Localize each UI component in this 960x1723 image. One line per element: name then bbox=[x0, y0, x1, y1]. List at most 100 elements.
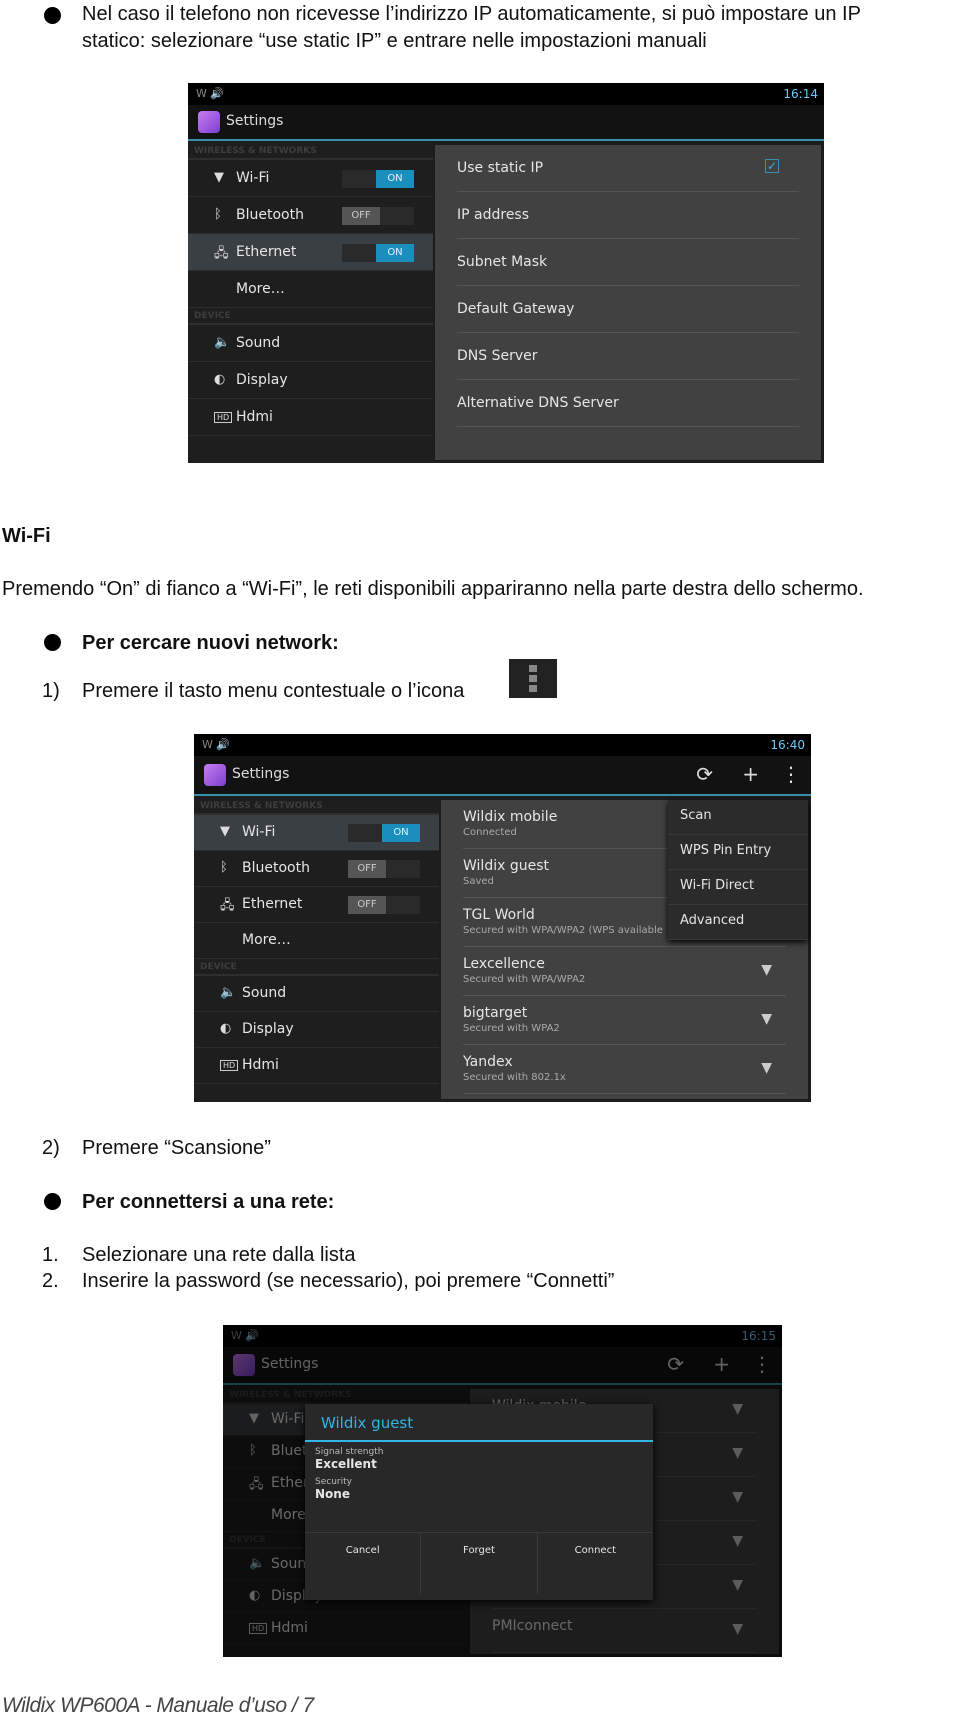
sidebar-item-label: More… bbox=[236, 280, 285, 297]
menu-item-advanced[interactable]: Advanced bbox=[668, 905, 808, 940]
toggle-switch[interactable]: OFF bbox=[348, 860, 420, 878]
sidebar-item-sound[interactable]: 🔈 Sound bbox=[188, 325, 433, 362]
toggle-switch[interactable]: OFF bbox=[348, 896, 420, 914]
network-list-item[interactable]: Yandex Secured with 802.1x ▼ bbox=[463, 1045, 786, 1094]
sidebar-item-label: Hdmi bbox=[236, 408, 273, 425]
sidebar-item-label: Bluetooth bbox=[242, 860, 310, 876]
action-bar-title: Settings bbox=[232, 766, 290, 782]
sidebar-item-label: Wi-Fi bbox=[242, 824, 276, 840]
network-name: bigtarget bbox=[463, 1005, 528, 1021]
signal-strength-value: Excellent bbox=[315, 1457, 377, 1471]
ip-setting-label: Default Gateway bbox=[457, 301, 575, 317]
sidebar-item-wifi[interactable]: ▼ Wi-Fi ON bbox=[188, 160, 433, 197]
settings-sidebar: WIRELESS & NETWORKS ▼ Wi-Fi ON ᛒ Bluetooth OFF… bbox=[194, 798, 439, 1102]
add-network-icon[interactable]: + bbox=[742, 762, 759, 786]
toggle-switch[interactable]: OFF bbox=[342, 206, 414, 225]
sidebar-item-label: Display bbox=[242, 1021, 294, 1037]
wifi-paragraph: Premendo “On” di fianco a “Wi-Fi”, le re… bbox=[2, 578, 864, 600]
toggle-state: OFF bbox=[348, 896, 386, 914]
dialog-buttons: Cancel Forget Connect bbox=[305, 1532, 653, 1594]
ip-setting-label: Alternative DNS Server bbox=[457, 395, 619, 411]
connect-step-2-number: 2. bbox=[42, 1270, 59, 1292]
sidebar-item-label: Ethernet bbox=[242, 896, 303, 912]
sidebar-item-hdmi[interactable]: HDHdmi bbox=[188, 399, 433, 436]
sidebar-item-hdmi[interactable]: HDHdmi bbox=[194, 1048, 439, 1084]
action-bar: Settings bbox=[188, 105, 824, 141]
toggle-state: OFF bbox=[348, 860, 386, 878]
forget-button[interactable]: Forget bbox=[421, 1533, 538, 1594]
checkbox-checked-icon[interactable]: ✓ bbox=[765, 159, 779, 173]
wifi-signal-locked-icon: ▼ bbox=[761, 1010, 772, 1027]
sidebar-item-ethernet[interactable]: 🖧 Ethernet OFF bbox=[194, 887, 439, 923]
toggle-switch[interactable]: ON bbox=[342, 169, 414, 188]
sidebar-item-bluetooth[interactable]: ᛒ Bluetooth OFF bbox=[194, 851, 439, 887]
toggle-state: ON bbox=[376, 243, 414, 262]
connect-step-1-number: 1. bbox=[42, 1244, 59, 1266]
screenshot-static-ip: W 🔊 16:14 Settings WIRELESS & NETWORKS ▼ Wi-F… bbox=[188, 83, 824, 463]
settings-sidebar: WIRELESS & NETWORKS ▼ Wi-Fi ON ᛒ Bluetooth OFF… bbox=[188, 143, 433, 463]
ip-setting-label: DNS Server bbox=[457, 348, 538, 364]
connect-button[interactable]: Connect bbox=[538, 1533, 653, 1594]
refresh-icon[interactable]: ⟳ bbox=[696, 762, 713, 786]
ip-setting-item[interactable]: Use static IP ✓ bbox=[457, 145, 799, 192]
sidebar-item-label: Ethernet bbox=[236, 243, 297, 260]
sidebar-item-display[interactable]: ◐ Display bbox=[188, 362, 433, 399]
action-bar-title: Settings bbox=[226, 113, 284, 129]
overflow-menu-icon[interactable]: ⋮ bbox=[781, 762, 801, 786]
sidebar-item-label: More… bbox=[242, 932, 291, 948]
sidebar-item-ethernet[interactable]: 🖧 Ethernet ON bbox=[188, 234, 433, 271]
step-2-number: 2) bbox=[42, 1137, 60, 1159]
connect-step-2-text: Inserire la password (se necessario), po… bbox=[82, 1270, 615, 1292]
step-2-text: Premere “Scansione” bbox=[82, 1137, 271, 1159]
status-time: 16:14 bbox=[783, 87, 818, 101]
status-bar: W 🔊 16:40 bbox=[194, 734, 811, 756]
ip-setting-label: IP address bbox=[457, 207, 530, 223]
ethernet-icon: 🖧 bbox=[220, 898, 235, 913]
display-icon: ◐ bbox=[214, 371, 226, 387]
sidebar-item-more[interactable]: More… bbox=[188, 271, 433, 308]
cancel-button[interactable]: Cancel bbox=[305, 1533, 422, 1594]
sound-icon: 🔈 bbox=[214, 334, 231, 350]
ip-setting-label: Use static IP bbox=[457, 160, 544, 176]
overflow-menu-icon bbox=[509, 659, 557, 698]
network-name: Yandex bbox=[463, 1054, 513, 1070]
toggle-state: ON bbox=[376, 169, 414, 188]
sidebar-item-label: Display bbox=[236, 371, 288, 388]
bullet-icon bbox=[44, 1193, 61, 1210]
section-header: WIRELESS & NETWORKS bbox=[194, 798, 439, 815]
network-status: Secured with WPA2 bbox=[463, 1023, 560, 1034]
bullet-search-networks: Per cercare nuovi network: bbox=[82, 632, 339, 654]
ip-setting-item[interactable]: Alternative DNS Server bbox=[457, 380, 799, 427]
sidebar-item-more[interactable]: More… bbox=[194, 923, 439, 959]
settings-app-icon bbox=[204, 764, 226, 786]
display-icon: ◐ bbox=[220, 1021, 232, 1036]
ip-setting-item[interactable]: Subnet Mask bbox=[457, 239, 799, 286]
ip-setting-item[interactable]: Default Gateway bbox=[457, 286, 799, 333]
menu-item-scan[interactable]: Scan bbox=[668, 800, 808, 835]
ip-setting-item[interactable]: IP address bbox=[457, 192, 799, 239]
network-list-item[interactable]: bigtarget Secured with WPA2 ▼ bbox=[463, 996, 786, 1045]
connect-step-1-text: Selezionare una rete dalla lista bbox=[82, 1244, 356, 1266]
network-name: Lexcellence bbox=[463, 956, 545, 972]
menu-item-wifidirect[interactable]: Wi-Fi Direct bbox=[668, 870, 808, 905]
status-left-icons: W 🔊 bbox=[196, 87, 225, 100]
ip-setting-item[interactable]: DNS Server bbox=[457, 333, 799, 380]
step-1-text: Premere il tasto menu contestuale o l’ic… bbox=[82, 680, 465, 702]
toggle-switch[interactable]: ON bbox=[348, 824, 420, 842]
bullet-icon bbox=[44, 7, 61, 24]
wifi-network-dialog: Wildix guest Signal strength Excellent Secu… bbox=[305, 1404, 653, 1600]
bullet-icon bbox=[44, 634, 61, 651]
sound-icon: 🔈 bbox=[220, 985, 237, 1000]
menu-item-wpspinentry[interactable]: WPS Pin Entry bbox=[668, 835, 808, 870]
sidebar-item-bluetooth[interactable]: ᛒ Bluetooth OFF bbox=[188, 197, 433, 234]
sidebar-item-wifi[interactable]: ▼ Wi-Fi ON bbox=[194, 815, 439, 851]
section-heading-wifi: Wi-Fi bbox=[2, 525, 51, 547]
sidebar-item-label: Sound bbox=[236, 334, 281, 351]
bullet-connect-network: Per connettersi a una rete: bbox=[82, 1191, 335, 1213]
toggle-switch[interactable]: ON bbox=[342, 243, 414, 262]
hdmi-icon: HD bbox=[214, 411, 233, 423]
sidebar-item-sound[interactable]: 🔈 Sound bbox=[194, 976, 439, 1012]
dialog-body: Signal strength Excellent Security None bbox=[305, 1442, 653, 1532]
sidebar-item-display[interactable]: ◐ Display bbox=[194, 1012, 439, 1048]
network-list-item[interactable]: Lexcellence Secured with WPA/WPA2 ▼ bbox=[463, 947, 786, 996]
